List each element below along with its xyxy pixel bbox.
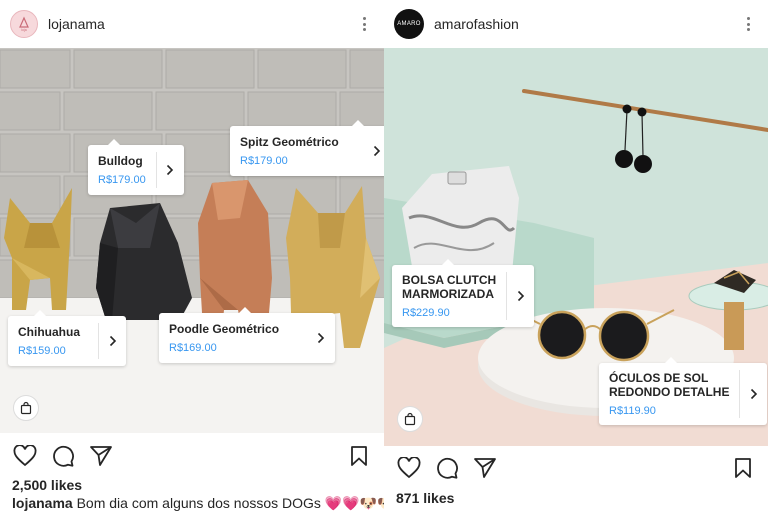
product-price: R$179.00	[98, 174, 146, 186]
chevron-right-icon	[506, 272, 534, 320]
heart-icon[interactable]	[396, 455, 422, 481]
geometric-dogs-photo	[0, 48, 384, 433]
product-name: Poodle Geométrico	[169, 322, 280, 336]
post-amarofashion: AMARO amarofashion BOLSA CLUTCH MARMORIZ…	[384, 0, 768, 512]
product-tag-chihuahua[interactable]: Chihuahua R$159.00	[8, 310, 126, 366]
caption-username[interactable]: lojanama	[12, 495, 73, 511]
likes-count[interactable]: 2,500 likes	[12, 477, 82, 493]
product-name-line-1: BOLSA CLUTCH	[402, 273, 497, 287]
post-lojanama: loja lojanama Bulldog R$179.00 Spitz Geo…	[0, 0, 384, 512]
chevron-right-icon	[98, 323, 126, 359]
product-name-line-2: MARMORIZADA	[402, 287, 494, 301]
likes-count[interactable]: 871 likes	[396, 490, 454, 506]
product-tag-spitz[interactable]: Spitz Geométrico R$179.00	[230, 120, 384, 176]
product-tag-oculos-de-sol[interactable]: ÓCULOS DE SOL REDONDO DETALHE R$119.90	[599, 357, 768, 425]
comment-icon[interactable]	[50, 443, 76, 469]
more-options-icon[interactable]	[356, 14, 372, 34]
post-header: loja lojanama	[0, 0, 384, 48]
avatar[interactable]: loja	[10, 10, 38, 38]
chevron-right-icon	[307, 320, 335, 356]
shopping-bag-icon[interactable]	[397, 406, 423, 432]
product-name-line-2: REDONDO DETALHE	[609, 385, 730, 399]
product-price: R$159.00	[18, 345, 66, 357]
chevron-right-icon	[363, 133, 384, 169]
product-price: R$169.00	[169, 342, 217, 354]
send-icon[interactable]	[88, 443, 114, 469]
post-header: AMARO amarofashion	[384, 0, 768, 48]
product-name-line-1: ÓCULOS DE SOL	[609, 371, 709, 385]
post-actions	[0, 441, 384, 471]
username[interactable]: lojanama	[48, 16, 105, 32]
more-options-icon[interactable]	[740, 14, 756, 34]
shopping-bag-icon[interactable]	[13, 395, 39, 421]
post-image[interactable]: BOLSA CLUTCH MARMORIZADA R$229.90 ÓCULOS…	[384, 48, 768, 446]
product-price: R$179.00	[240, 155, 288, 167]
avatar-logo-text: AMARO	[397, 21, 421, 27]
product-price: R$119.90	[609, 405, 656, 417]
post-image[interactable]: Bulldog R$179.00 Spitz Geométrico R$179.…	[0, 48, 384, 433]
chevron-right-icon	[739, 370, 767, 418]
heart-icon[interactable]	[12, 443, 38, 469]
product-tag-bulldog[interactable]: Bulldog R$179.00	[88, 139, 184, 195]
avatar[interactable]: AMARO	[394, 9, 424, 39]
product-name: Spitz Geométrico	[240, 135, 339, 149]
send-icon[interactable]	[472, 455, 498, 481]
comment-icon[interactable]	[434, 455, 460, 481]
post-actions	[384, 453, 768, 483]
product-name: Chihuahua	[18, 325, 80, 339]
bookmark-icon[interactable]	[346, 443, 372, 469]
caption-text: Bom dia com alguns dos nossos DOGs 💗💗🐶🐶	[72, 495, 384, 511]
username[interactable]: amarofashion	[434, 16, 519, 32]
product-tag-bolsa-clutch[interactable]: BOLSA CLUTCH MARMORIZADA R$229.90	[392, 259, 535, 327]
svg-text:loja: loja	[21, 28, 27, 32]
bookmark-icon[interactable]	[730, 455, 756, 481]
caption: lojanama Bom dia com alguns dos nossos D…	[12, 495, 384, 512]
avatar-logo-icon: loja	[19, 16, 29, 32]
product-tag-poodle[interactable]: Poodle Geométrico R$169.00	[159, 307, 336, 363]
product-name: Bulldog	[98, 154, 143, 168]
product-price: R$229.90	[402, 307, 450, 319]
chevron-right-icon	[155, 152, 184, 188]
